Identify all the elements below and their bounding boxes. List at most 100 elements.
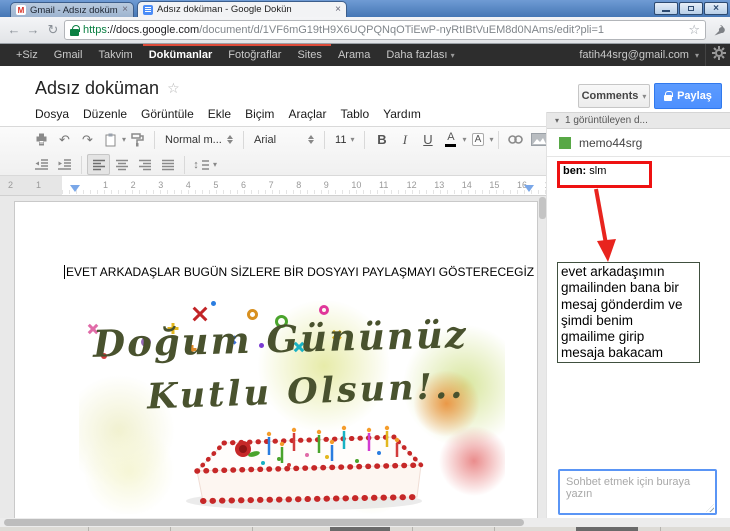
redo-icon[interactable]: ↷ bbox=[76, 129, 99, 150]
viewers-label: 1 görüntüleyen d... bbox=[565, 115, 648, 126]
document-heading: EVET ARKADAŞLAR BUGÜN SİZLERE BİR DOSYAY… bbox=[64, 265, 535, 279]
horizontal-scrollbar-track[interactable] bbox=[0, 518, 546, 527]
gbar-item-daha-fazlasi[interactable]: Daha fazlası ▾ bbox=[378, 49, 462, 61]
undo-icon[interactable]: ↶ bbox=[53, 129, 76, 150]
divider bbox=[364, 130, 366, 149]
close-button[interactable]: × bbox=[704, 2, 728, 15]
font-dropdown[interactable]: Arial bbox=[249, 129, 319, 150]
chrome-menu-wrench-icon[interactable] bbox=[709, 21, 727, 39]
font-size-dropdown[interactable]: 11 ▾ bbox=[330, 129, 359, 150]
back-button[interactable]: ← bbox=[5, 20, 23, 39]
vertical-scrollbar[interactable] bbox=[539, 197, 546, 219]
decrease-indent-icon[interactable] bbox=[30, 154, 53, 175]
left-margin-marker[interactable] bbox=[70, 185, 80, 192]
note-line: evet arkadaşımın bbox=[561, 264, 665, 279]
forward-button[interactable]: → bbox=[24, 20, 42, 39]
chat-input-field[interactable] bbox=[560, 471, 715, 513]
minimize-button[interactable] bbox=[654, 2, 678, 15]
ruler-number: 8 bbox=[296, 180, 302, 190]
lock-icon bbox=[664, 91, 674, 101]
ruler-number: 15 bbox=[489, 180, 500, 190]
ruler-number: 1 bbox=[103, 180, 109, 190]
insert-link-icon[interactable] bbox=[504, 129, 527, 150]
gbar-item-gmail[interactable]: Gmail bbox=[46, 49, 91, 61]
horizontal-scrollbar-thumb[interactable] bbox=[4, 519, 524, 526]
account-email[interactable]: fatih44srg@gmail.com bbox=[579, 49, 689, 61]
chevron-down-icon: ▾ bbox=[450, 51, 455, 60]
comments-button[interactable]: Comments ▾ bbox=[578, 84, 650, 108]
align-right-icon[interactable] bbox=[133, 154, 156, 175]
browser-tab-docs[interactable]: Adsız doküman - Google Dokün × bbox=[137, 1, 347, 17]
viewer-presence-row: memo44srg bbox=[559, 136, 642, 150]
ruler-number: 13 bbox=[434, 180, 445, 190]
updown-arrows-icon bbox=[227, 135, 234, 144]
italic-icon[interactable]: I bbox=[393, 129, 416, 150]
right-margin-marker[interactable] bbox=[524, 185, 534, 192]
bold-icon[interactable]: B bbox=[370, 129, 393, 150]
styles-dropdown[interactable]: Normal m... bbox=[160, 129, 238, 150]
divider bbox=[154, 130, 156, 149]
restore-button[interactable] bbox=[679, 2, 703, 15]
google-bar: +Siz Gmail Takvim Dokümanlar Fotoğraflar… bbox=[0, 44, 730, 66]
ruler-number: 4 bbox=[185, 180, 191, 190]
gbar-item-fotograflar[interactable]: Fotoğraflar bbox=[220, 49, 289, 61]
align-left-icon[interactable] bbox=[87, 154, 110, 175]
line-spacing-icon[interactable]: ↕ bbox=[190, 154, 213, 175]
ruler-number: 2 bbox=[130, 180, 136, 190]
chevron-down-icon: ▾ bbox=[694, 50, 699, 60]
menu-bar: Dosya Düzenle Görüntüle Ekle Biçim Araçl… bbox=[28, 105, 428, 123]
underline-icon[interactable]: U bbox=[416, 129, 439, 150]
chevron-down-icon: ▾ bbox=[642, 91, 647, 101]
divider bbox=[547, 156, 730, 157]
document-page[interactable]: EVET ARKADAŞLAR BUGÜN SİZLERE BİR DOSYAY… bbox=[14, 201, 538, 518]
address-bar[interactable]: https ://docs.google.com /document/d/1VF… bbox=[64, 20, 706, 40]
ruler[interactable]: 211234567891011121314151617 bbox=[0, 176, 546, 196]
ruler-number: 9 bbox=[323, 180, 329, 190]
viewer-name: memo44srg bbox=[579, 136, 643, 150]
gbar-item-takvim[interactable]: Takvim bbox=[90, 49, 140, 61]
chevron-down-icon: ▾ bbox=[350, 135, 355, 144]
taskbar-sliver bbox=[0, 527, 730, 531]
gbar-item-arama[interactable]: Arama bbox=[330, 49, 378, 61]
align-center-icon[interactable] bbox=[110, 154, 133, 175]
highlight-color-icon[interactable]: A bbox=[466, 129, 489, 150]
birthday-cake-image bbox=[186, 425, 424, 510]
paint-format-icon[interactable] bbox=[126, 129, 149, 150]
divider bbox=[324, 130, 326, 149]
birthday-image[interactable]: Doğum Gününüz Kutlu Olsun!.. bbox=[79, 301, 505, 514]
menu-yardim[interactable]: Yardım bbox=[376, 105, 428, 123]
increase-indent-icon[interactable] bbox=[53, 154, 76, 175]
refresh-button[interactable]: ↻ bbox=[44, 20, 62, 39]
bookmark-star-icon[interactable]: ☆ bbox=[688, 22, 700, 38]
text-cursor bbox=[64, 265, 65, 279]
tab-close-icon[interactable]: × bbox=[335, 4, 341, 15]
confetti-ring-icon bbox=[319, 305, 329, 315]
updown-arrows-icon bbox=[308, 135, 315, 144]
browser-tab-gmail[interactable]: M Gmail - Adsız doküman (fatih4 × bbox=[10, 2, 134, 17]
document-title[interactable]: Adsız doküman bbox=[35, 78, 159, 99]
chat-sidebar: ▾ 1 görüntüleyen d... memo44srg ben: slm… bbox=[546, 112, 730, 518]
gear-icon[interactable] bbox=[712, 45, 726, 65]
tab-close-icon[interactable]: × bbox=[122, 5, 128, 15]
menu-duzenle[interactable]: Düzenle bbox=[76, 105, 134, 123]
justify-icon[interactable] bbox=[156, 154, 179, 175]
menu-goruntule[interactable]: Görüntüle bbox=[134, 105, 201, 123]
menu-bicim[interactable]: Biçim bbox=[238, 105, 281, 123]
star-document-icon[interactable]: ☆ bbox=[167, 80, 180, 97]
gbar-item-sites[interactable]: Sites bbox=[289, 49, 329, 61]
menu-ekle[interactable]: Ekle bbox=[201, 105, 238, 123]
paste-icon[interactable] bbox=[99, 129, 122, 150]
print-icon[interactable] bbox=[30, 129, 53, 150]
share-button[interactable]: Paylaş bbox=[654, 83, 722, 109]
menu-tablo[interactable]: Tablo bbox=[333, 105, 376, 123]
chat-input-box[interactable] bbox=[558, 469, 717, 515]
gbar-item-plus-siz[interactable]: +Siz bbox=[8, 49, 46, 61]
annotation-arrow bbox=[594, 188, 616, 262]
menu-araclar[interactable]: Araçlar bbox=[281, 105, 333, 123]
document-area[interactable]: EVET ARKADAŞLAR BUGÜN SİZLERE BİR DOSYAY… bbox=[0, 196, 546, 518]
menu-dosya[interactable]: Dosya bbox=[28, 105, 76, 123]
gbar-item-dokumanlar[interactable]: Dokümanlar bbox=[141, 49, 221, 61]
text-color-icon[interactable]: A bbox=[439, 129, 462, 150]
viewers-bar[interactable]: ▾ 1 görüntüleyen d... bbox=[547, 112, 730, 129]
note-line: şimdi benim bbox=[561, 312, 634, 328]
